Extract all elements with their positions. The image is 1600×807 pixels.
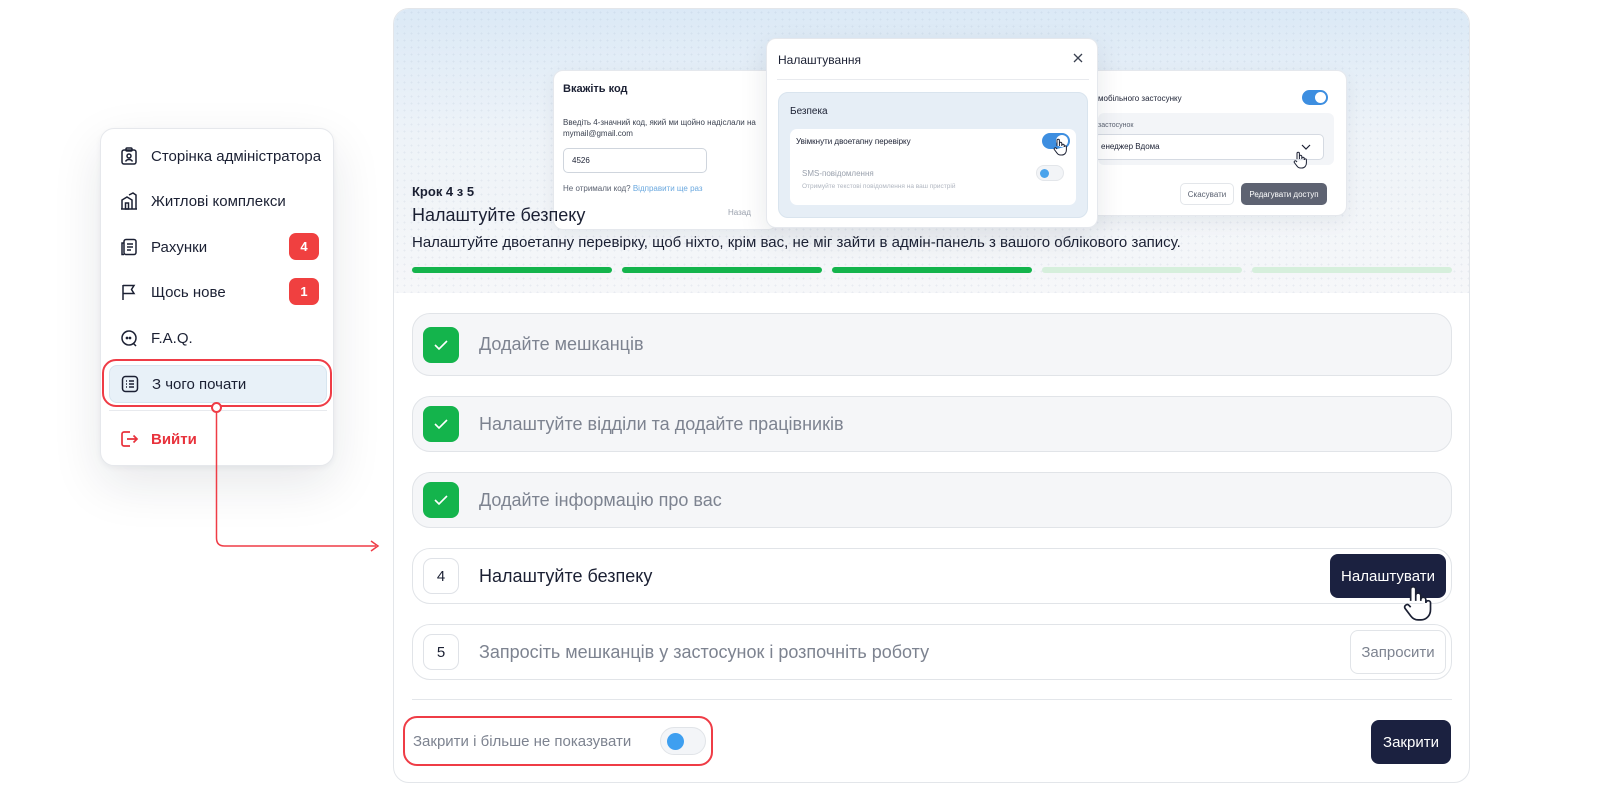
mobile-app-toggle: [1302, 90, 1328, 105]
invite-button[interactable]: Запросити: [1350, 630, 1446, 674]
progress-segment: [622, 267, 822, 273]
access-preview: мобільного застосунку застосунок енеджер…: [1089, 70, 1347, 216]
task-security[interactable]: 4 Налаштуйте безпеку Налаштувати: [412, 548, 1452, 604]
task-done-check: [423, 326, 459, 363]
mobile-app-label: мобільного застосунку: [1098, 94, 1182, 103]
two-factor-label: Увімкнути двоетапну перевірку: [796, 137, 911, 146]
dont-show-again-highlight: [403, 716, 713, 766]
progress-segment: [412, 267, 612, 273]
code-card-title: Вкажіть код: [563, 83, 628, 95]
pointer-cursor-icon: [1293, 151, 1307, 169]
back-label: Назад: [728, 208, 751, 217]
task-about-you[interactable]: Додайте інформацію про вас: [412, 472, 1452, 528]
task-label: Запросіть мешканців у застосунок і розпо…: [479, 641, 930, 662]
security-section-title: Безпека: [790, 106, 828, 117]
security-options: Увімкнути двоетапну перевірку SMS-повідо…: [790, 129, 1076, 205]
progress-segment: [832, 267, 1032, 273]
task-label: Додайте мешканців: [479, 334, 644, 354]
task-label: Додайте інформацію про вас: [479, 489, 722, 510]
close-button[interactable]: Закрити: [1371, 720, 1451, 764]
cancel-preview-button: Скасувати: [1180, 183, 1234, 205]
task-number: 5: [423, 634, 459, 670]
check-icon: [434, 495, 448, 506]
task-invite-residents[interactable]: 5 Запросіть мешканців у застосунок і роз…: [412, 624, 1452, 680]
step-description: Налаштуйте двоетапну перевірку, щоб ніхт…: [412, 234, 1181, 251]
progress-segment: [1252, 267, 1452, 273]
task-label: Налаштуйте відділи та додайте працівникі…: [479, 413, 844, 434]
code-card-description: Введіть 4-значний код, який ми щойно над…: [563, 118, 756, 138]
app-select-value: енеджер Вдома: [1101, 142, 1160, 151]
connector-dot: [211, 402, 222, 413]
code-input: 4526: [563, 148, 707, 173]
connector-arrow: [215, 412, 380, 552]
security-section: Безпека Увімкнути двоетапну перевірку SM…: [778, 92, 1088, 218]
progress-segment: [1042, 267, 1242, 273]
step-progress: [412, 267, 1452, 273]
sms-toggle: [1036, 165, 1064, 181]
close-icon: [1073, 53, 1083, 63]
resend-question: Не отримали код?: [563, 184, 631, 193]
code-entry-preview: Вкажіть код Введіть 4-значний код, який …: [553, 70, 778, 230]
task-label: Налаштуйте безпеку: [479, 565, 653, 586]
chevron-down-icon: [1301, 144, 1311, 150]
sms-description: Отримуйте текстові повідомлення на ваш п…: [802, 183, 956, 190]
task-done-check: [423, 482, 459, 518]
resend-link: Відправити ще раз: [632, 184, 703, 193]
hand-cursor-icon: [1403, 585, 1432, 621]
step-counter: Крок 4 з 5: [412, 184, 475, 199]
task-add-residents[interactable]: Додайте мешканців: [412, 313, 1452, 376]
app-label: застосунок: [1098, 122, 1134, 129]
settings-modal-preview: Налаштування Безпека Увімкнути двоетапну…: [766, 38, 1098, 228]
check-icon: [434, 339, 448, 350]
modal-divider: [777, 79, 1089, 80]
onboarding-panel: Вкажіть код Введіть 4-значний код, який …: [393, 8, 1470, 783]
app-select: енеджер Вдома: [1094, 134, 1324, 160]
sms-label: SMS-повідомлення: [802, 169, 874, 178]
footer-divider: [412, 699, 1452, 700]
settings-modal-title: Налаштування: [778, 53, 861, 67]
pointer-cursor-icon: [1053, 138, 1067, 156]
task-done-check: [423, 406, 459, 442]
resend-row: Не отримали код? Відправити ще раз: [563, 184, 703, 193]
step-title: Налаштуйте безпеку: [412, 205, 586, 225]
check-icon: [434, 419, 448, 430]
task-number: 4: [423, 558, 459, 594]
task-departments[interactable]: Налаштуйте відділи та додайте працівникі…: [412, 396, 1452, 452]
edit-access-preview-button: Редагувати доступ: [1241, 183, 1327, 205]
